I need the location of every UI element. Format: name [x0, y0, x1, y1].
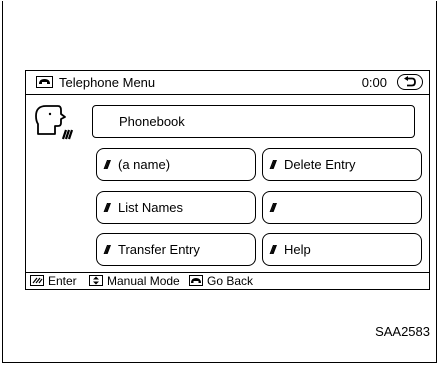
enter-label: Enter [48, 274, 77, 288]
phonebook-button[interactable]: Phonebook [92, 105, 415, 138]
button-label: (a name) [118, 157, 171, 172]
voice-recognition-icon [34, 104, 80, 149]
enter-icon [30, 275, 44, 286]
list-names-button[interactable]: /// List Names [96, 191, 256, 224]
title-bar: Telephone Menu 0:00 [26, 71, 429, 95]
figure-code: SAA2583 [375, 324, 430, 339]
up-down-arrows-icon [89, 275, 103, 286]
footer-bar: Enter Manual Mode Go Back [26, 272, 429, 289]
phonebook-label: Phonebook [119, 114, 185, 129]
phone-back-icon [189, 275, 203, 286]
phone-icon [36, 76, 53, 88]
voice-command-icon: /// [104, 243, 110, 257]
voice-command-icon: /// [270, 158, 276, 172]
back-icon[interactable] [397, 74, 423, 90]
delete-entry-button[interactable]: /// Delete Entry [262, 148, 422, 181]
button-label: Transfer Entry [118, 242, 200, 257]
transfer-entry-button[interactable]: /// Transfer Entry [96, 233, 256, 266]
manual-mode-label: Manual Mode [107, 274, 180, 288]
button-label: List Names [118, 200, 184, 215]
button-label: Help [284, 242, 311, 257]
name-button[interactable]: /// (a name) [96, 148, 256, 181]
menu-title: Telephone Menu [59, 75, 156, 90]
voice-command-icon: /// [270, 201, 276, 215]
voice-command-icon: /// [104, 201, 110, 215]
help-button[interactable]: /// Help [262, 233, 422, 266]
go-back-label: Go Back [207, 274, 254, 288]
telephone-menu-screen: Telephone Menu 0:00 Phonebook /// (a nam… [25, 70, 430, 290]
voice-command-icon: /// [270, 243, 276, 257]
button-label: Delete Entry [284, 157, 356, 172]
blank-voice-button[interactable]: /// [262, 191, 422, 224]
call-timer: 0:00 [361, 75, 387, 90]
voice-command-icon: /// [104, 158, 110, 172]
